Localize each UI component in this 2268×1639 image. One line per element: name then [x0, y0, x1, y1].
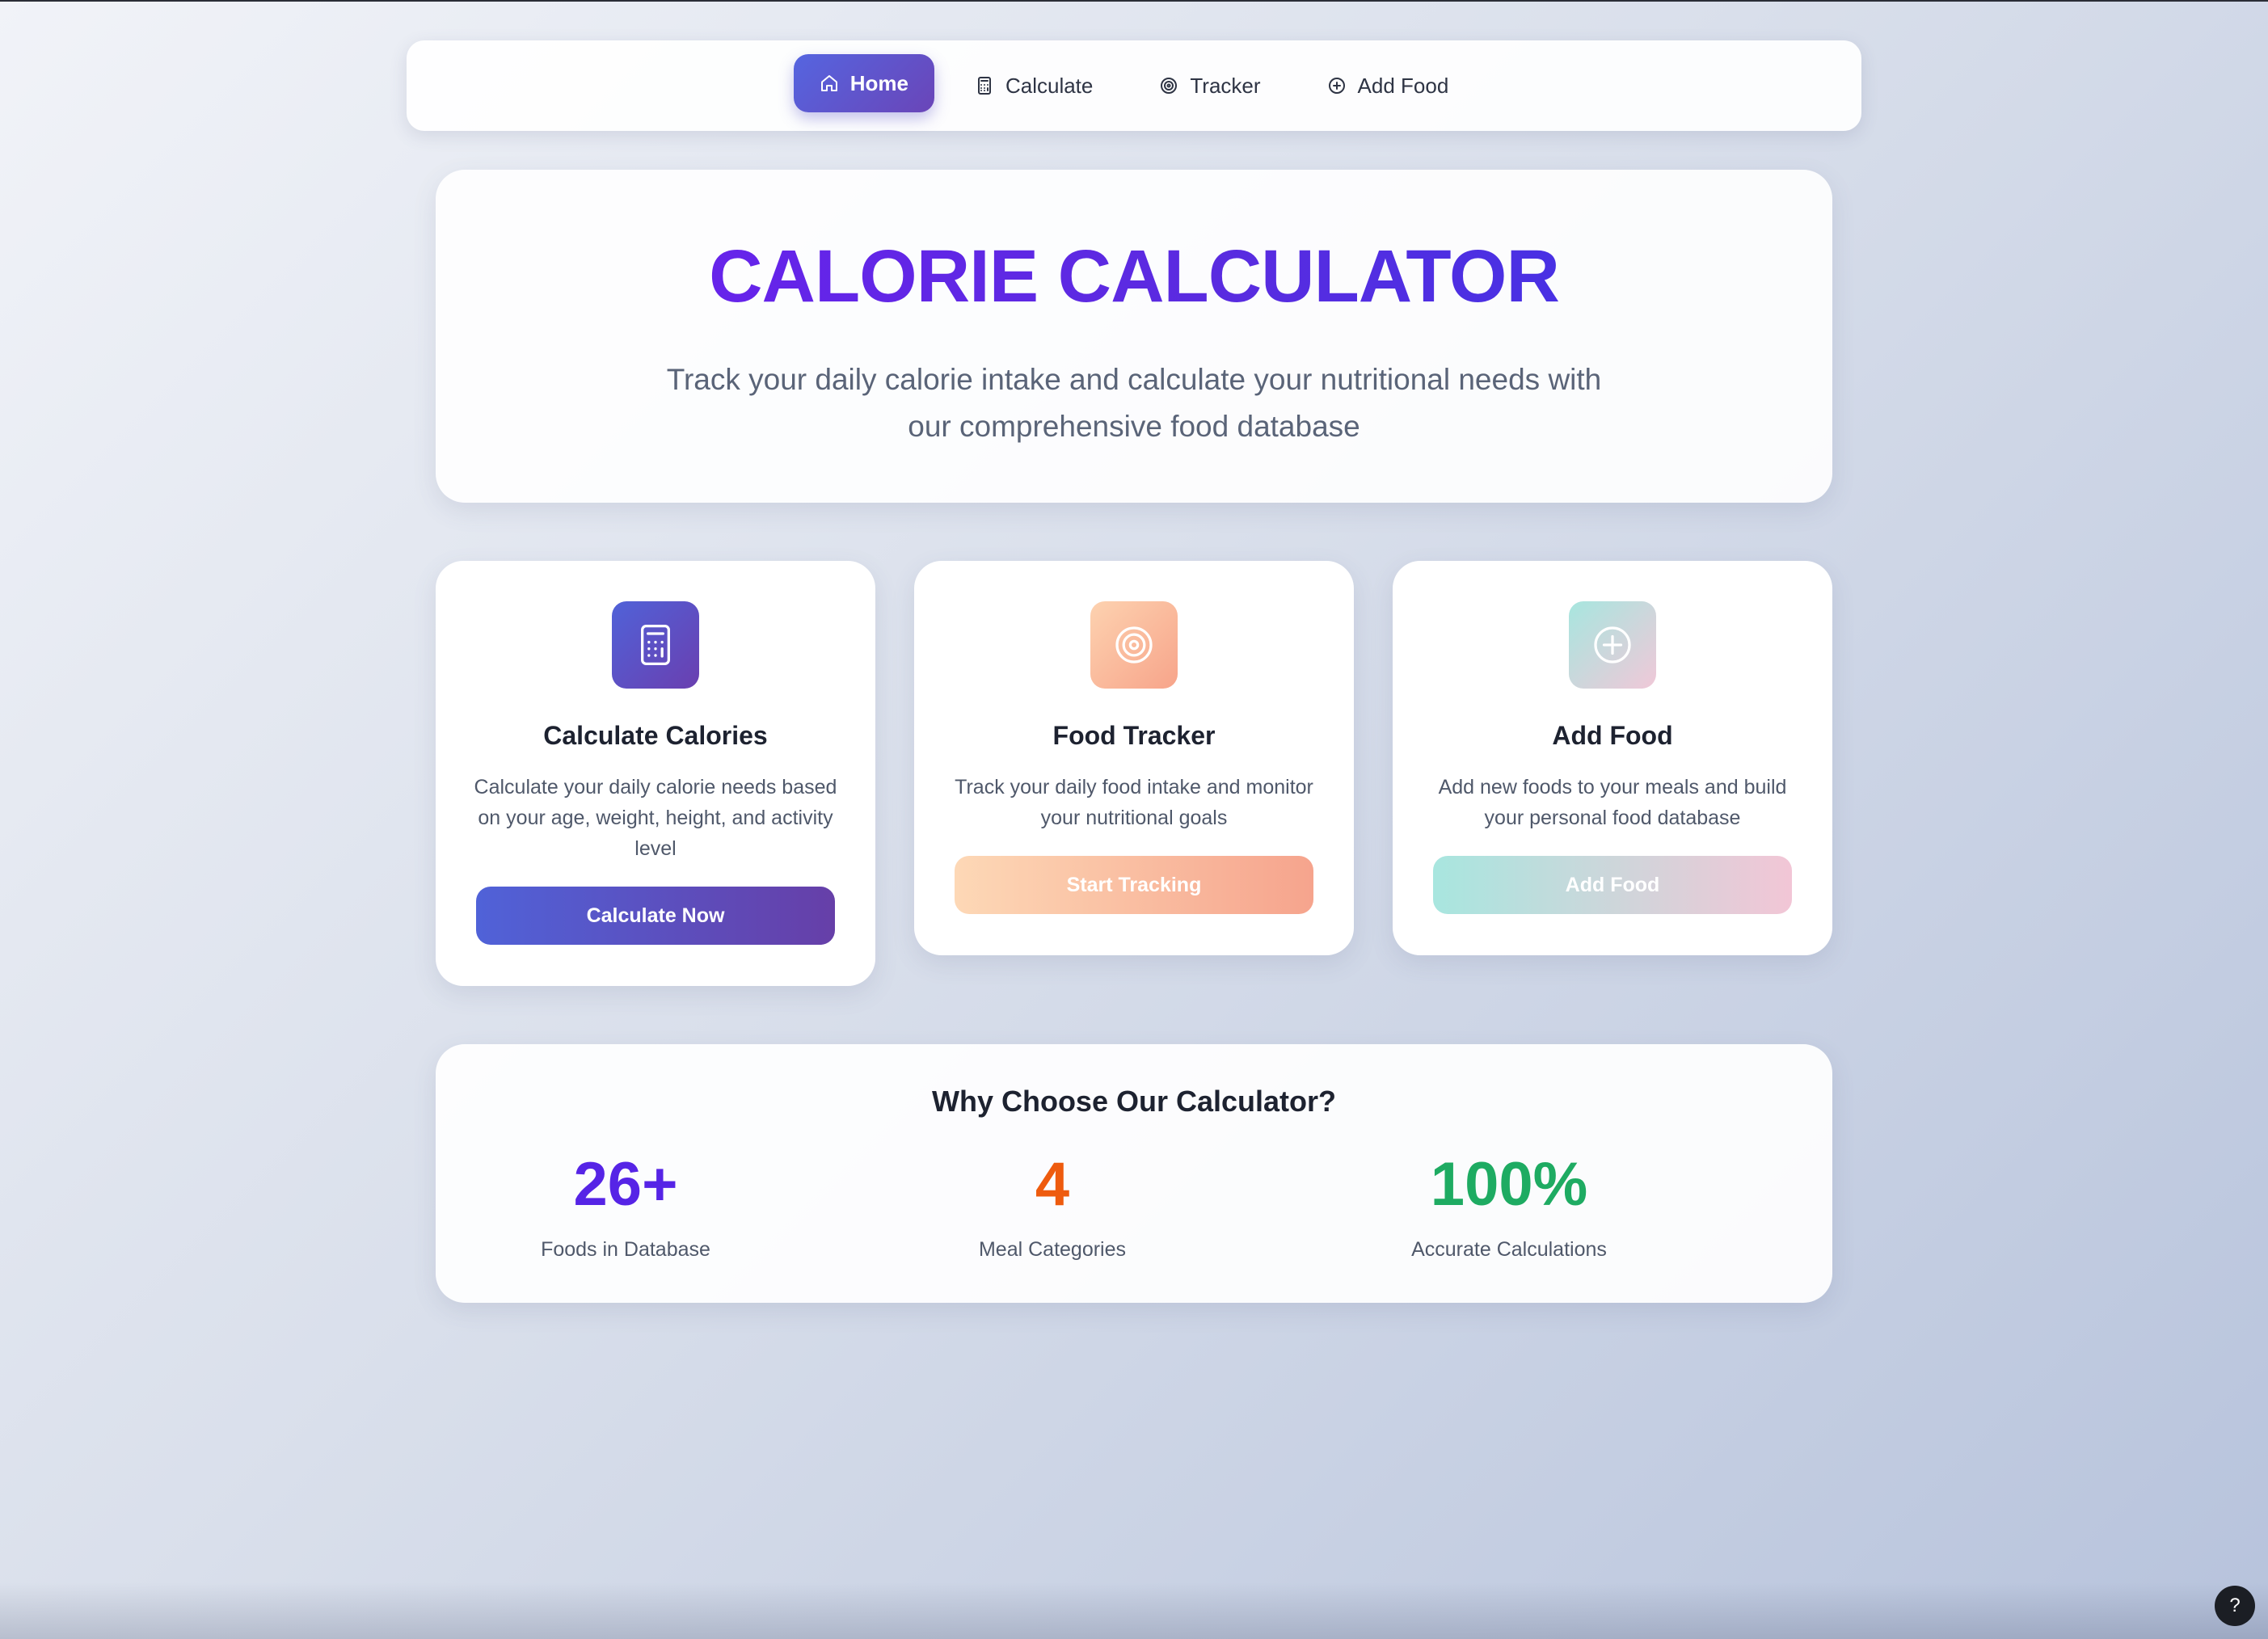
nav-add-food-label: Add Food — [1357, 73, 1449, 98]
stat-label: Accurate Calculations — [1411, 1238, 1607, 1261]
nav-calculate[interactable]: Calculate — [949, 57, 1119, 115]
nav-tracker[interactable]: Tracker — [1133, 57, 1286, 115]
card-title: Calculate Calories — [543, 721, 768, 750]
card-calculate-calories: Calculate Calories Calculate your daily … — [436, 561, 875, 986]
card-add-food: Add Food Add new foods to your meals and… — [1393, 561, 1832, 955]
nav-tracker-label: Tracker — [1190, 73, 1261, 98]
plus-circle-icon — [1569, 601, 1656, 689]
card-description: Add new foods to your meals and build yo… — [1438, 776, 1787, 829]
calculate-now-button[interactable]: Calculate Now — [476, 887, 835, 945]
card-food-tracker: Food Tracker Track your daily food intak… — [914, 561, 1354, 955]
stat-meal-categories: 4 Meal Categories — [891, 1154, 1214, 1262]
nav-calculate-label: Calculate — [1005, 73, 1094, 98]
card-title: Add Food — [1552, 721, 1673, 750]
stat-label: Meal Categories — [978, 1238, 1127, 1261]
stat-value: 100% — [1430, 1150, 1588, 1219]
nav-home-label: Home — [849, 70, 908, 95]
stat-value: 26+ — [573, 1150, 678, 1219]
hero-subtitle: Track your daily calorie intake and calc… — [666, 363, 1602, 444]
calculator-icon — [977, 77, 991, 95]
add-food-button[interactable]: Add Food — [1433, 856, 1792, 914]
calculator-icon — [612, 601, 699, 689]
home-icon — [820, 75, 837, 91]
nav-add-food[interactable]: Add Food — [1301, 57, 1475, 115]
why-section: Why Choose Our Calculator? 26+ Foods in … — [436, 1044, 1832, 1303]
page-title: CALORIE CALCULATOR — [436, 235, 1832, 318]
stat-label: Foods in Database — [541, 1238, 710, 1261]
target-icon — [1090, 601, 1178, 689]
why-title: Why Choose Our Calculator? — [931, 1085, 1337, 1118]
card-description: Track your daily food intake and monitor… — [955, 776, 1313, 829]
plus-circle-icon — [1328, 78, 1345, 94]
target-icon — [1161, 78, 1178, 94]
bottom-shade — [0, 1582, 2268, 1639]
stat-value: 4 — [1035, 1150, 1070, 1219]
start-tracking-button[interactable]: Start Tracking — [955, 856, 1313, 914]
help-button[interactable]: ? — [2215, 1586, 2255, 1626]
stat-accuracy: 100% Accurate Calculations — [1347, 1154, 1671, 1262]
nav-home[interactable]: Home — [793, 54, 934, 112]
card-title: Food Tracker — [1052, 721, 1216, 750]
stat-foods: 26+ Foods in Database — [464, 1154, 787, 1262]
window-top-border — [0, 0, 2268, 2]
card-description: Calculate your daily calorie needs based… — [474, 776, 837, 860]
hero-section: CALORIE CALCULATOR Track your daily calo… — [436, 170, 1832, 503]
main-nav: Home Calculate Tracker Add Food — [407, 40, 1861, 131]
